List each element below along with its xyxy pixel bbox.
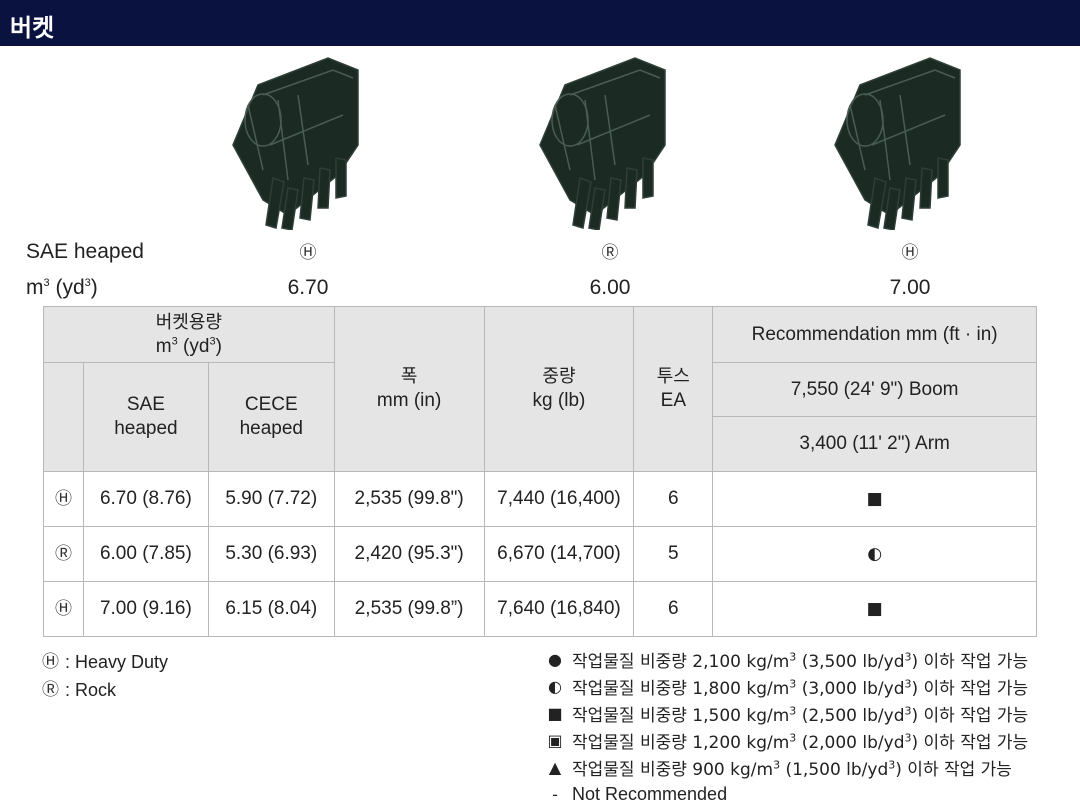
row-width: 2,535 (99.8"): [333, 471, 485, 527]
row-weight: 7,440 (16,400): [483, 471, 635, 527]
row-type: Ⓗ: [43, 581, 84, 637]
row-recommendation-mark: ■: [712, 471, 1037, 527]
header-blank: [43, 362, 84, 472]
row-teeth: 5: [633, 526, 714, 582]
row-width: 2,420 (95.3"): [333, 526, 485, 582]
header-arm: 3,400 (11' 2") Arm: [712, 416, 1037, 472]
row-sae: 6.70 (8.76): [82, 471, 209, 527]
header-sae: SAE heaped: [82, 362, 209, 472]
row-cece: 5.90 (7.72): [207, 471, 335, 527]
legend-rock: Ⓡ : Rock: [42, 679, 117, 700]
row-cece: 5.30 (6.93): [207, 526, 335, 582]
row-teeth: 6: [633, 471, 714, 527]
legend-item: ■ 작업물질 비중량 1,500 kg/m3 (2,500 lb/yd3) 이하…: [547, 704, 1029, 726]
filled-square-icon: ■: [547, 704, 563, 723]
row-sae: 7.00 (9.16): [82, 581, 209, 637]
legend-item: ▣ 작업물질 비중량 1,200 kg/m3 (2,000 lb/yd3) 이하…: [547, 731, 1029, 753]
header-weight: 중량 kg (lb): [483, 306, 635, 472]
bucket-illustration-1: [232, 57, 359, 230]
page-title: 버켓: [10, 14, 55, 42]
row-type: Ⓡ: [43, 526, 84, 582]
framed-square-icon: ▣: [547, 731, 563, 750]
legend-not-recommended: - Not Recommended: [546, 781, 1028, 808]
type-legend: Ⓗ : Heavy Duty Ⓡ : Rock: [42, 648, 168, 704]
table-row: Ⓗ 6.70 (8.76) 5.90 (7.72) 2,535 (99.8") …: [43, 471, 1037, 527]
summary-type-mark-1: Ⓗ: [299, 243, 317, 263]
legend-item: ▲ 작업물질 비중량 900 kg/m3 (1,500 lb/yd3) 이하 작…: [546, 754, 1028, 781]
table-row: Ⓡ 6.00 (7.85) 5.30 (6.93) 2,420 (95.3") …: [43, 526, 1037, 582]
dash-icon: -: [552, 785, 558, 804]
row-sae: 6.00 (7.85): [82, 526, 209, 582]
legend-heavy-duty: Ⓗ : Heavy Duty: [42, 651, 169, 672]
density-legend: ● 작업물질 비중량 2,100 kg/m3 (3,500 lb/yd3) 이하…: [546, 646, 1028, 808]
bucket-illustration-3: [834, 57, 961, 230]
row-recommendation-mark: ◐: [712, 526, 1037, 582]
summary-label-unit: m3 (yd3): [26, 276, 98, 299]
summary-capacity-1: 6.70: [287, 276, 329, 299]
legend-item: ◐ 작업물질 비중량 1,800 kg/m3 (3,000 lb/yd3) 이하…: [546, 673, 1028, 700]
row-weight: 6,670 (14,700): [483, 526, 635, 582]
header-recommendation: Recommendation mm (ft · in): [712, 306, 1037, 363]
bucket-spec-table: 버켓용량 m3 (yd3) 폭 mm (in) 중량 kg (lb) 투스 EA…: [43, 306, 1037, 637]
page-header: 버켓: [0, 0, 1080, 46]
filled-circle-icon: ●: [548, 650, 562, 669]
row-width: 2,535 (99.8”): [333, 581, 485, 637]
table-row: Ⓗ 7.00 (9.16) 6.15 (8.04) 2,535 (99.8”) …: [43, 581, 1037, 637]
row-type: Ⓗ: [43, 471, 84, 527]
bucket-illustration-2: [539, 57, 666, 230]
header-capacity: 버켓용량 m3 (yd3): [43, 306, 335, 363]
summary-label-sae: SAE heaped: [26, 240, 144, 263]
summary-type-mark-3: Ⓗ: [901, 243, 919, 263]
summary-capacity-2: 6.00: [589, 276, 631, 299]
summary-type-mark-2: Ⓡ: [601, 243, 619, 263]
row-weight: 7,640 (16,840): [483, 581, 635, 637]
header-cece: CECE heaped: [207, 362, 335, 472]
row-cece: 6.15 (8.04): [207, 581, 335, 637]
header-width: 폭 mm (in): [333, 306, 485, 472]
summary-capacity-3: 7.00: [889, 276, 931, 299]
row-recommendation-mark: ■: [712, 581, 1037, 637]
triangle-icon: ▲: [548, 758, 562, 777]
legend-item: ● 작업물질 비중량 2,100 kg/m3 (3,500 lb/yd3) 이하…: [546, 646, 1028, 673]
header-boom: 7,550 (24' 9") Boom: [712, 362, 1037, 417]
row-teeth: 6: [633, 581, 714, 637]
half-circle-icon: ◐: [548, 677, 562, 696]
header-teeth: 투스 EA: [633, 306, 714, 472]
